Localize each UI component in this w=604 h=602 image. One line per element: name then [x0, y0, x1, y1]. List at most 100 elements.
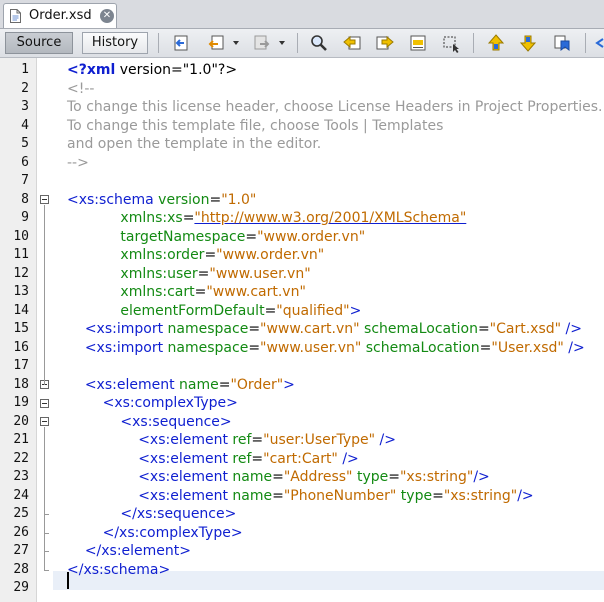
code-line: <xs:element name="Address" type="xs:stri…: [67, 468, 490, 487]
code-token: "www.user.vn": [260, 339, 362, 356]
code-line: <xs:schema version="1.0": [67, 191, 256, 210]
code-line: <xs:element ref="user:UserType" />: [67, 431, 396, 450]
code-editor[interactable]: 1 2 3 4 5 6 7 8 9 10 11 12 13 14 15 16 17 18 19 20 21 22 23 24 2…: [0, 58, 604, 602]
toggle-bookmark-icon[interactable]: [552, 33, 572, 53]
code-token: >: [349, 302, 362, 319]
code-token: "user:UserType": [263, 432, 376, 448]
code-token: name: [227, 487, 273, 504]
forward-icon[interactable]: [252, 33, 272, 53]
line-number: 13: [13, 284, 29, 299]
code-token: "Order": [230, 376, 284, 393]
code-line: <xs:element name="Order">: [67, 376, 295, 395]
fold-end-marker: [44, 569, 49, 571]
code-line: xmlns:cart="www.cart.vn": [67, 283, 305, 302]
code-token: =: [209, 191, 222, 208]
code-line: <?xml version="1.0"?>: [67, 61, 237, 80]
code-token: =: [218, 376, 231, 393]
code-line: <xs:element name="PhoneNumber" type="xs:…: [67, 487, 534, 506]
line-number: 17: [13, 358, 29, 373]
rectangular-selection-icon[interactable]: [441, 33, 461, 53]
source-button[interactable]: Source: [5, 32, 73, 54]
code-token: =: [248, 321, 261, 337]
line-number: 28: [13, 561, 29, 577]
code-token: />: [375, 432, 397, 448]
code-token: <xs:complexType>: [102, 395, 238, 411]
code-token: ref: [227, 450, 252, 467]
code-token: <xs:sequence>: [120, 413, 232, 430]
xml-file-icon: [10, 9, 21, 23]
code-token: />: [337, 450, 359, 467]
history-button[interactable]: History: [82, 32, 148, 54]
line-number: 9: [21, 210, 29, 225]
toolbar-separator: [297, 33, 298, 53]
editor-tab-bar: Order.xsd ✕: [0, 0, 604, 29]
code-line: xmlns:xs="http://www.w3.org/2001/XMLSche…: [67, 209, 466, 228]
find-next-icon[interactable]: [375, 33, 395, 53]
code-token: xmlns:xs: [120, 210, 183, 226]
shift-left-icon[interactable]: [594, 33, 604, 53]
code-token: =: [272, 469, 284, 485]
collapse-fold-icon[interactable]: [40, 195, 49, 205]
find-previous-icon[interactable]: [342, 33, 362, 53]
code-token: =: [477, 321, 490, 337]
code-token: xmlns:cart: [120, 284, 195, 300]
line-number: 29: [13, 580, 29, 595]
line-number: 18: [13, 376, 29, 392]
code-token: />: [563, 339, 585, 356]
collapse-fold-icon[interactable]: [40, 417, 49, 427]
back-icon[interactable]: [206, 33, 226, 53]
code-token: "qualified": [276, 302, 350, 319]
code-token: type: [352, 469, 389, 485]
code-token: <?xml: [67, 62, 116, 78]
code-token: ref: [227, 432, 252, 448]
line-number: 24: [13, 487, 29, 503]
code-line: and open the template in the editor.: [67, 135, 321, 154]
code-token: =: [264, 302, 277, 319]
code-token: </xs:complexType>: [102, 524, 243, 541]
code-line: To change this template file, choose Too…: [67, 117, 443, 136]
code-token: =: [251, 450, 264, 467]
toggle-highlight-icon[interactable]: [408, 33, 428, 53]
back-dropdown-icon[interactable]: [233, 41, 239, 45]
code-token: version: [153, 191, 210, 208]
code-line: </xs:schema>: [67, 561, 170, 580]
code-token: name: [174, 376, 219, 393]
previous-bookmark-icon[interactable]: [486, 33, 506, 53]
code-line: -->: [67, 154, 89, 173]
collapse-fold-icon[interactable]: [40, 398, 49, 408]
code-token: schemaLocation: [361, 339, 480, 356]
find-icon[interactable]: [309, 33, 329, 53]
line-number: 6: [21, 154, 29, 170]
code-line: To change this license header, choose Li…: [67, 98, 602, 117]
line-number: 7: [21, 173, 29, 188]
line-number: 27: [13, 543, 29, 558]
code-token: xmlns:user: [120, 265, 198, 282]
forward-dropdown-icon[interactable]: [279, 41, 285, 45]
code-token: <xs:import: [84, 321, 164, 337]
last-edit-icon[interactable]: [171, 33, 191, 53]
line-number: 5: [21, 136, 29, 151]
code-token: </xs:sequence>: [120, 506, 237, 522]
line-number: 15: [13, 321, 29, 336]
code-line: </xs:element>: [67, 542, 191, 561]
code-token: "www.order.vn": [216, 247, 325, 263]
code-token: />: [517, 487, 534, 504]
code-token: =: [245, 228, 258, 245]
line-number: 8: [21, 191, 29, 207]
file-tab[interactable]: Order.xsd ✕: [3, 3, 117, 28]
line-number: 19: [13, 395, 29, 410]
next-bookmark-icon[interactable]: [518, 33, 538, 53]
close-icon[interactable]: ✕: [100, 9, 114, 23]
line-number: 3: [21, 99, 29, 114]
